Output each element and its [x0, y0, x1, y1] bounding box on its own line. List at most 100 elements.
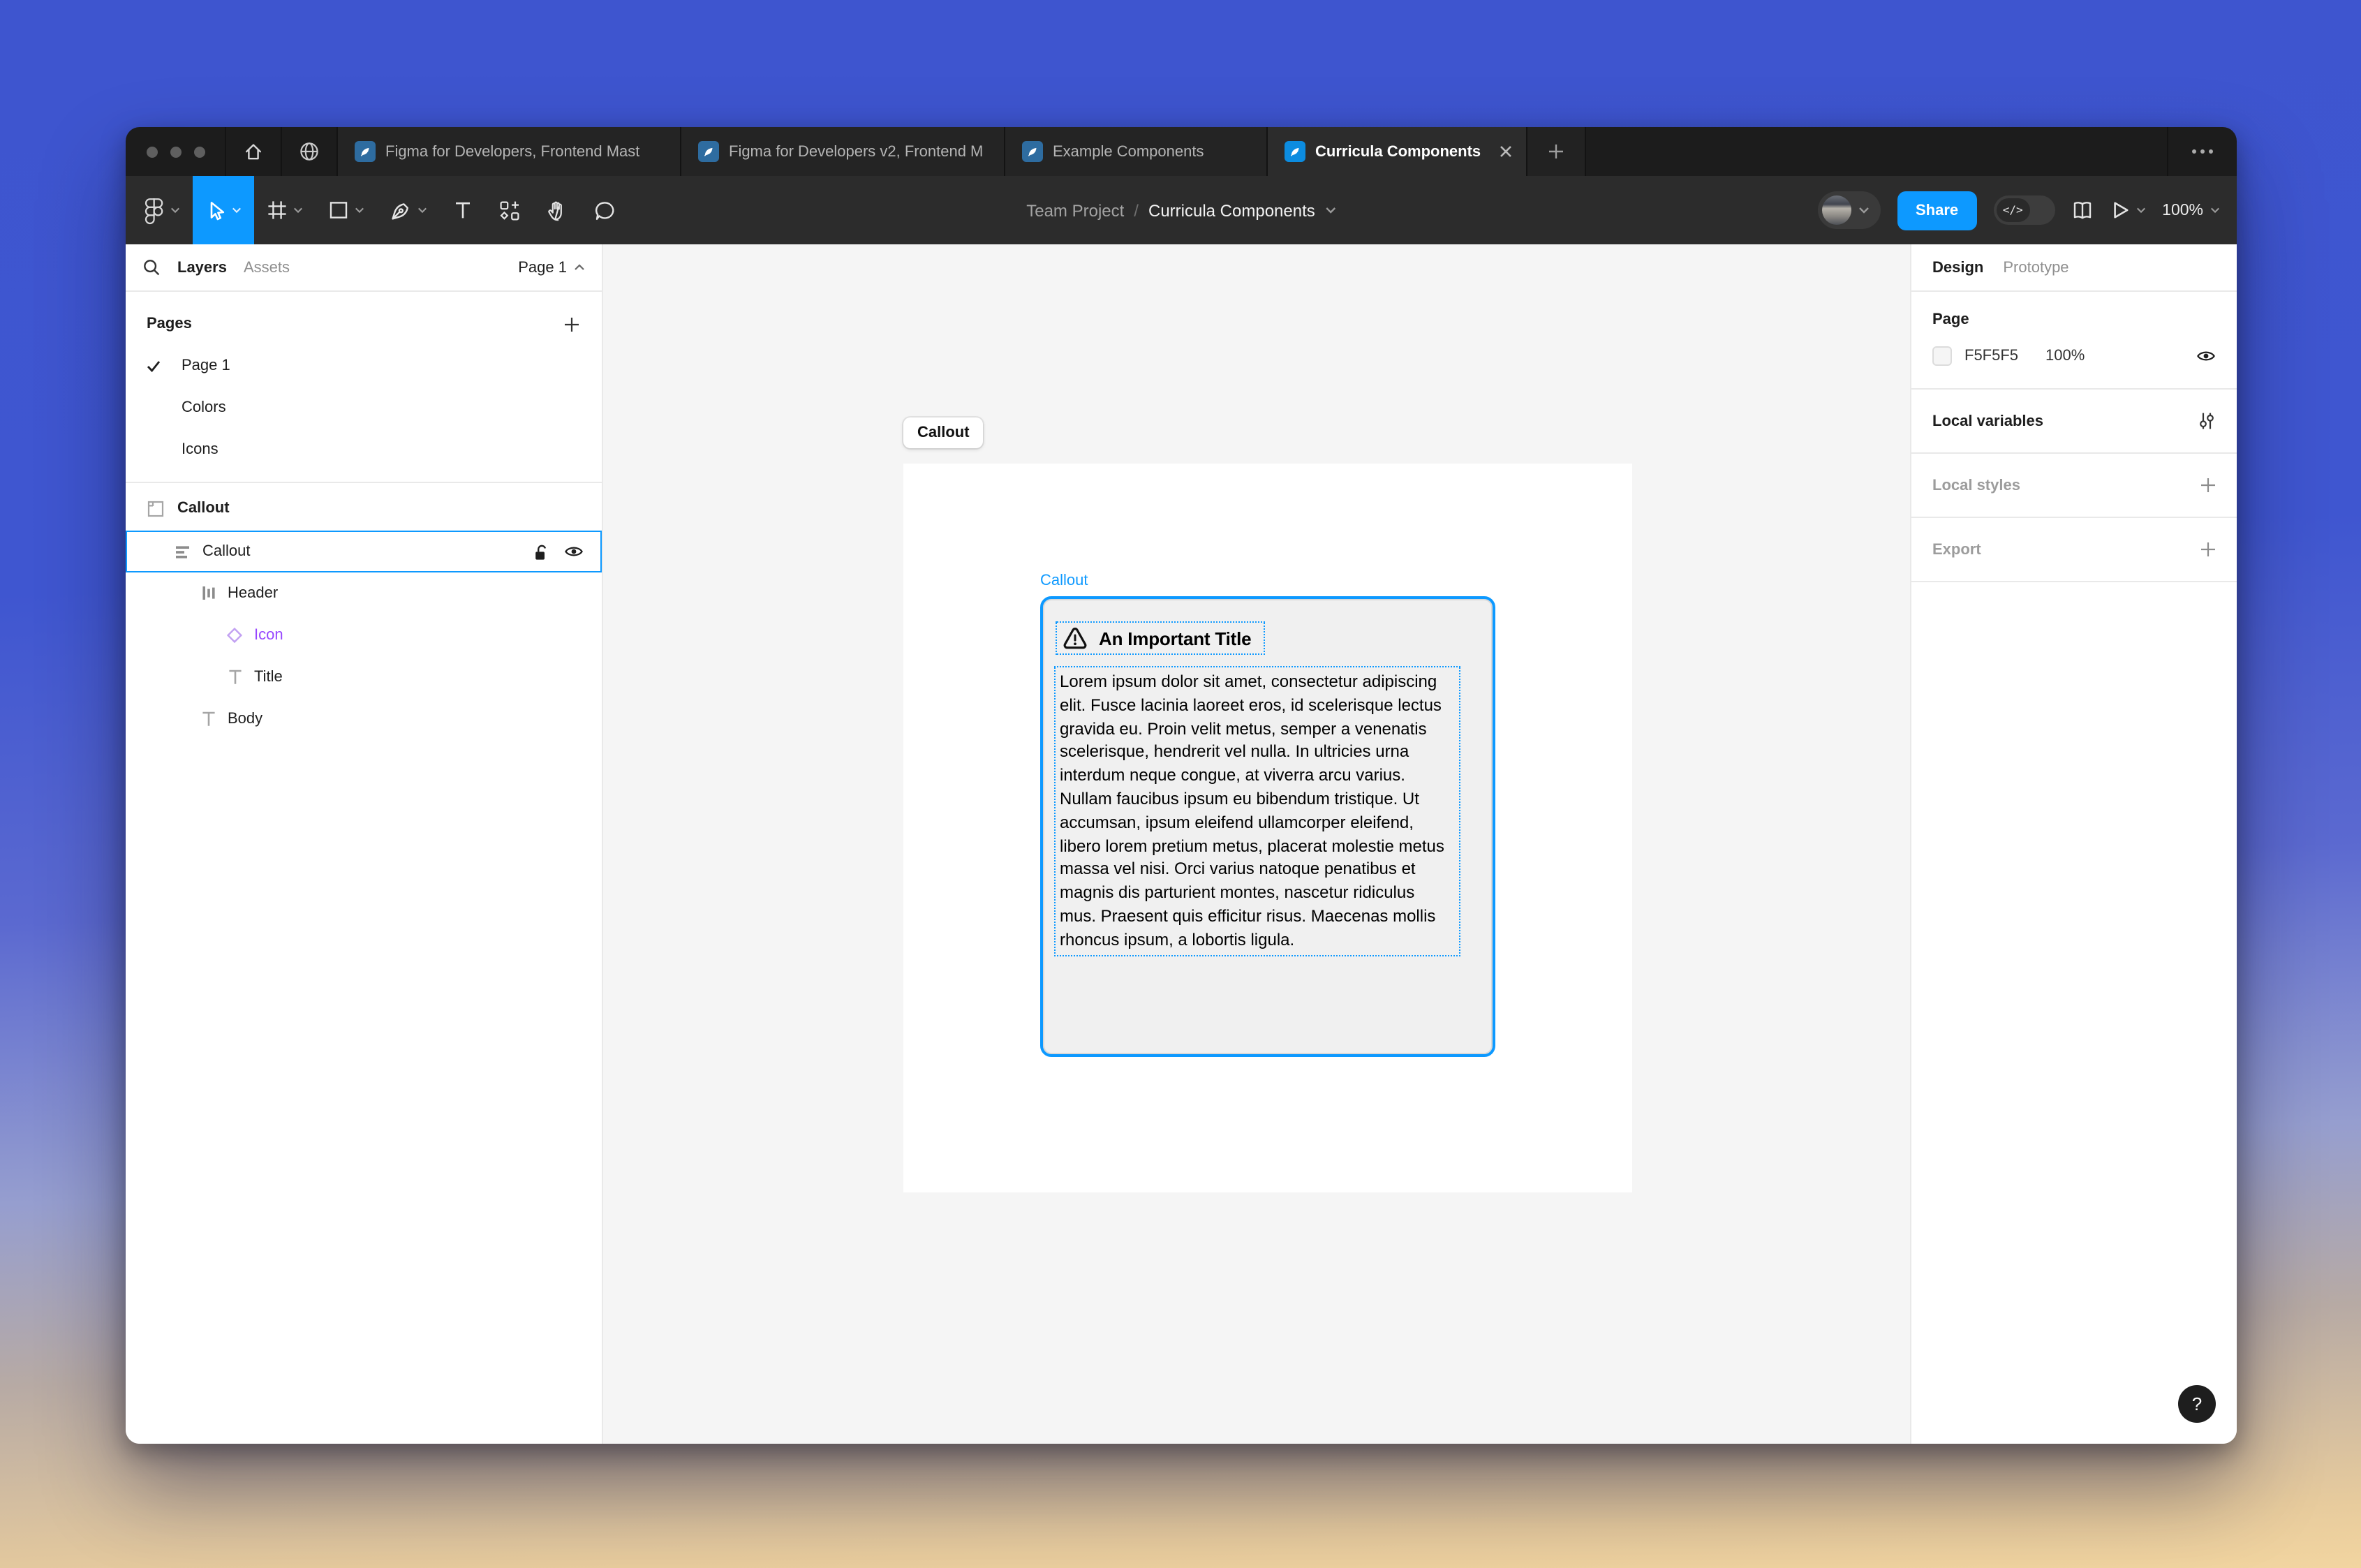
frame-icon — [267, 200, 288, 221]
globe-icon — [299, 141, 320, 162]
dev-mode-toggle[interactable]: </> — [1993, 195, 2055, 225]
window-close-button[interactable] — [146, 146, 157, 157]
file-tab[interactable]: Example Components — [1005, 127, 1268, 176]
component-name-label[interactable]: Callout — [1040, 572, 1088, 589]
layer-row-title[interactable]: Title — [126, 656, 602, 698]
page-settings-section: Page F5F5F5 100% — [1911, 292, 2237, 390]
sidebar-header: Layers Assets Page 1 — [126, 244, 602, 292]
comment-tool-button[interactable] — [581, 176, 628, 244]
tab-overflow-menu[interactable] — [2167, 127, 2237, 176]
inspector-tabs: Design Prototype — [1911, 244, 2237, 292]
eye-icon[interactable] — [564, 545, 584, 559]
layers-section-header[interactable]: Callout — [126, 486, 602, 531]
breadcrumb-project[interactable]: Team Project — [1026, 200, 1124, 220]
page-name: Icons — [182, 441, 219, 458]
add-export-icon[interactable] — [2200, 542, 2216, 557]
help-button[interactable]: ? — [2178, 1385, 2216, 1423]
visibility-toggle[interactable] — [2196, 349, 2216, 363]
pen-icon — [390, 199, 412, 221]
section-label: Export — [1932, 541, 1981, 558]
callout-header[interactable]: An Important Title — [1056, 621, 1265, 655]
account-menu[interactable] — [1818, 191, 1881, 229]
home-button[interactable] — [226, 127, 282, 176]
local-styles-section[interactable]: Local styles — [1911, 454, 2237, 518]
pages-title: Pages — [147, 316, 192, 332]
breadcrumb-file-name[interactable]: Curricula Components — [1148, 200, 1315, 220]
hand-tool-button[interactable] — [533, 176, 581, 244]
layer-row-header[interactable]: Header — [126, 572, 602, 614]
pen-tool-button[interactable] — [377, 176, 440, 244]
window-zoom-button[interactable] — [193, 146, 205, 157]
zoom-menu[interactable]: 100% — [2162, 202, 2220, 219]
resources-tool-button[interactable] — [486, 176, 533, 244]
comment-icon — [593, 199, 616, 221]
eye-icon — [2196, 349, 2216, 363]
layer-row-icon[interactable]: Icon — [126, 614, 602, 656]
export-section[interactable]: Export — [1911, 518, 2237, 582]
sliders-icon[interactable] — [2198, 412, 2216, 430]
page-list-item-current[interactable]: Page 1 — [126, 345, 602, 387]
figma-logo-icon — [144, 196, 165, 224]
right-sidebar: Design Prototype Page F5F5F5 100% — [1910, 244, 2237, 1444]
window-minimize-button[interactable] — [170, 146, 181, 157]
zoom-level: 100% — [2162, 202, 2203, 219]
window-controls[interactable] — [126, 127, 226, 176]
layer-row-callout[interactable]: Callout — [126, 531, 602, 572]
check-icon — [147, 360, 182, 372]
frame-name-label[interactable]: Callout — [903, 417, 984, 448]
share-button[interactable]: Share — [1897, 191, 1976, 230]
close-icon[interactable] — [1499, 145, 1511, 158]
breadcrumb-separator: / — [1134, 200, 1139, 220]
tab-assets[interactable]: Assets — [244, 259, 290, 276]
color-opacity-value[interactable]: 100% — [2045, 348, 2085, 364]
present-button[interactable] — [2109, 200, 2145, 221]
move-tool-button[interactable] — [193, 176, 254, 244]
layer-label: Header — [228, 585, 278, 602]
local-variables-section[interactable]: Local variables — [1911, 390, 2237, 454]
file-tab-active[interactable]: Curricula Components — [1268, 127, 1527, 176]
figma-file-icon — [698, 141, 719, 162]
library-book-icon[interactable] — [2071, 200, 2092, 221]
callout-body-text[interactable]: Lorem ipsum dolor sit amet, consectetur … — [1054, 666, 1460, 956]
breadcrumb: Team Project / Curricula Components — [1026, 176, 1336, 244]
frame-tool-button[interactable] — [254, 176, 316, 244]
file-tab[interactable]: Figma for Developers, Frontend Mast — [338, 127, 681, 176]
main-area: Layers Assets Page 1 Pages Page 1 — [126, 244, 2237, 1444]
chevron-down-icon — [293, 207, 303, 214]
file-tab[interactable]: Figma for Developers v2, Frontend M — [681, 127, 1005, 176]
callout-component[interactable]: An Important Title Lorem ipsum dolor sit… — [1040, 596, 1495, 1057]
page-name: Page 1 — [182, 357, 230, 374]
search-icon[interactable] — [142, 258, 161, 276]
tab-design[interactable]: Design — [1932, 259, 1983, 276]
unlock-icon[interactable] — [532, 542, 549, 561]
color-swatch[interactable] — [1932, 346, 1952, 366]
page-name: Colors — [182, 399, 226, 416]
shape-tool-button[interactable] — [316, 176, 377, 244]
section-label: Callout — [177, 500, 230, 517]
color-hex-value[interactable]: F5F5F5 — [1964, 348, 2045, 364]
chevron-down-icon — [2210, 207, 2220, 214]
rectangle-icon — [328, 200, 349, 221]
tab-layers[interactable]: Layers — [177, 259, 227, 276]
page-list-item[interactable]: Icons — [126, 429, 602, 471]
add-page-icon[interactable] — [564, 316, 579, 332]
toolbar-right-group: Share </> 100% — [1818, 191, 2220, 230]
chevron-down-icon[interactable] — [1325, 207, 1336, 214]
main-menu-button[interactable] — [131, 176, 193, 244]
desktop-wallpaper: Figma for Developers, Frontend Mast Figm… — [0, 0, 2361, 1568]
divider — [126, 482, 602, 483]
tab-label: Figma for Developers v2, Frontend M — [729, 143, 983, 160]
canvas-frame[interactable]: Callout An Important Title Lorem ipsum d… — [903, 464, 1632, 1192]
page-list-item[interactable]: Colors — [126, 387, 602, 429]
text-tool-button[interactable] — [440, 176, 486, 244]
layer-row-body[interactable]: Body — [126, 698, 602, 740]
add-style-icon[interactable] — [2200, 478, 2216, 493]
chevron-down-icon — [355, 207, 364, 214]
community-button[interactable] — [282, 127, 338, 176]
new-tab-button[interactable] — [1527, 127, 1585, 176]
left-sidebar: Layers Assets Page 1 Pages Page 1 — [126, 244, 603, 1444]
figma-file-icon — [1285, 141, 1305, 162]
page-selector[interactable]: Page 1 — [518, 259, 585, 276]
tab-prototype[interactable]: Prototype — [2003, 259, 2068, 276]
canvas[interactable]: Callout Callout An Important Title Lorem… — [603, 244, 1910, 1444]
